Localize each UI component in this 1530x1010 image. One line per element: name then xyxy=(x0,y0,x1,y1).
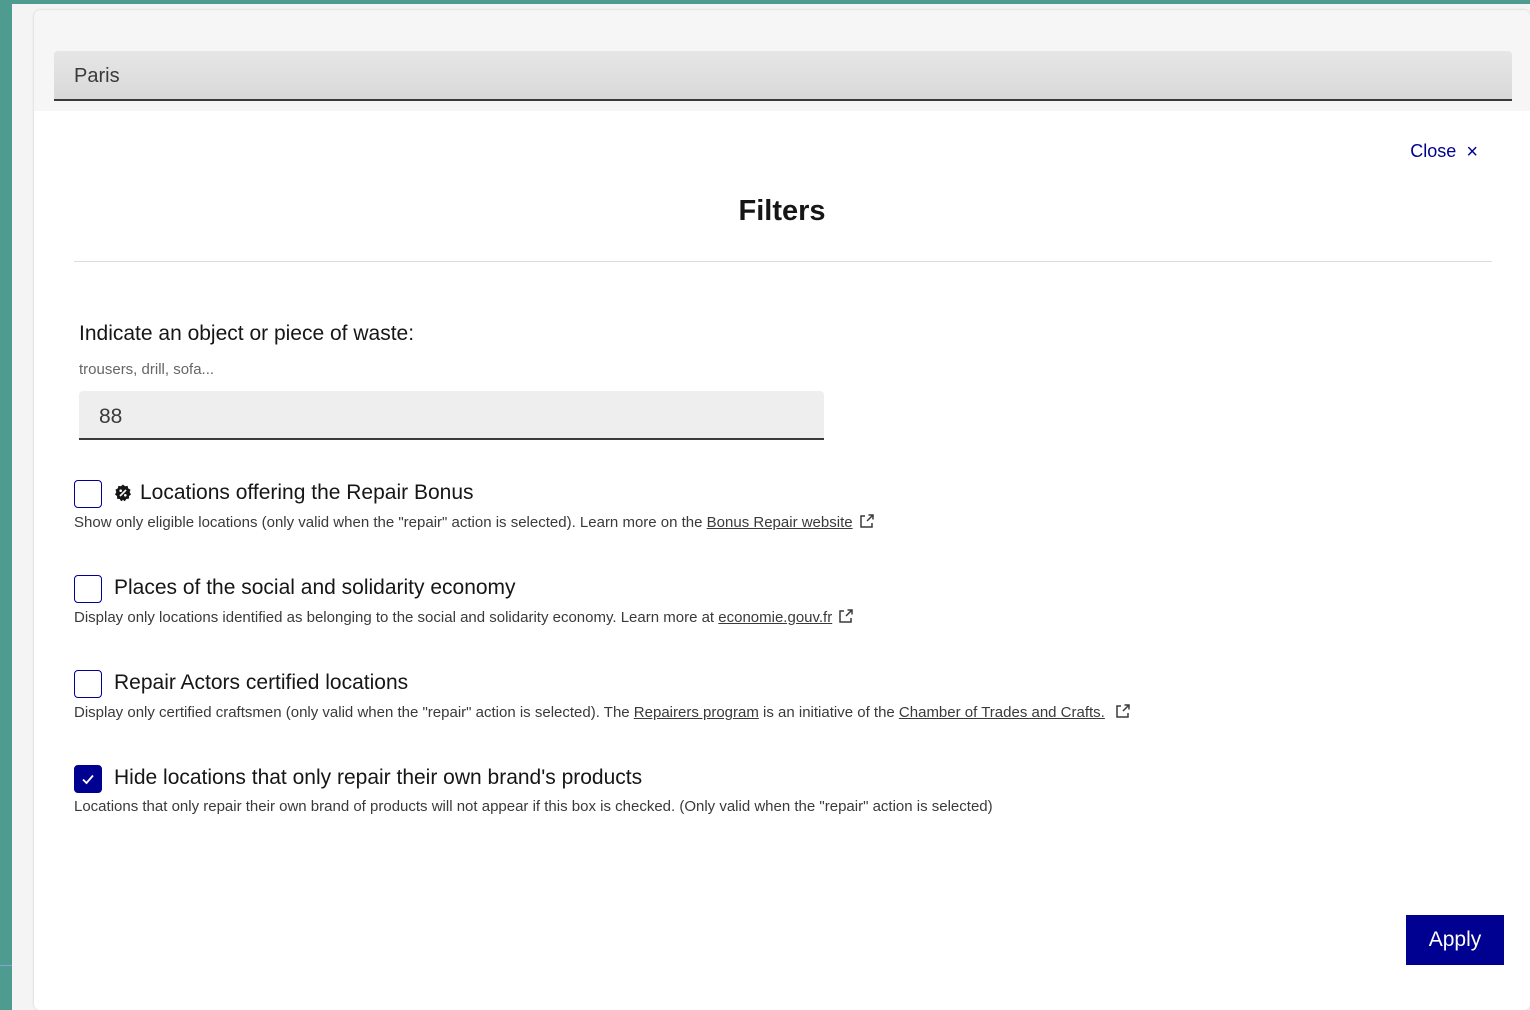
object-field-hint: trousers, drill, sofa... xyxy=(79,361,215,378)
filters-modal: Close × Filters Indicate an object or pi… xyxy=(34,111,1530,1010)
repair-bonus-description: Show only eligible locations (only valid… xyxy=(74,513,875,531)
hide-own-brand-description: Locations that only repair their own bra… xyxy=(74,798,993,815)
hide-own-brand-label: Hide locations that only repair their ow… xyxy=(114,766,643,789)
checkmark-icon xyxy=(82,774,94,785)
social-economy-description: Display only locations identified as bel… xyxy=(74,608,854,626)
external-link-icon xyxy=(1116,704,1130,718)
repair-bonus-badge-icon xyxy=(115,484,131,502)
chamber-of-trades-link[interactable]: Chamber of Trades and Crafts. xyxy=(899,704,1105,721)
modal-title: Filters xyxy=(738,195,826,227)
location-search-field[interactable]: Paris xyxy=(54,51,1512,101)
filter-card: Paris Close × Filters Indicate an object… xyxy=(34,10,1530,1010)
repair-actors-checkbox[interactable] xyxy=(74,670,102,698)
economie-gouv-link[interactable]: economie.gouv.fr xyxy=(718,609,832,626)
repair-bonus-label: Locations offering the Repair Bonus xyxy=(114,481,474,505)
close-button[interactable]: Close × xyxy=(1410,141,1478,162)
repair-bonus-label-text: Locations offering the Repair Bonus xyxy=(140,481,474,504)
repair-bonus-desc-text: Show only eligible locations (only valid… xyxy=(74,514,707,531)
repair-actors-desc-middle: is an initiative of the xyxy=(758,704,899,721)
close-label: Close xyxy=(1410,141,1457,161)
repair-bonus-checkbox[interactable] xyxy=(74,480,102,508)
object-input-value: 88 xyxy=(99,405,123,428)
repair-actors-description: Display only certified craftsmen (only v… xyxy=(74,703,1131,721)
close-icon: × xyxy=(1466,140,1478,163)
title-divider xyxy=(74,261,1492,262)
object-field-label: Indicate an object or piece of waste: xyxy=(79,322,415,345)
main-panel: Paris Close × Filters Indicate an object… xyxy=(12,4,1530,1010)
social-economy-desc-text: Display only locations identified as bel… xyxy=(74,609,719,626)
repairers-program-link[interactable]: Repairers program xyxy=(634,704,759,721)
location-search-value: Paris xyxy=(74,65,120,87)
bonus-repair-website-link[interactable]: Bonus Repair website xyxy=(707,514,853,531)
external-link-icon xyxy=(839,609,853,623)
repair-actors-desc-text: Display only certified craftsmen (only v… xyxy=(74,704,634,721)
repair-actors-label: Repair Actors certified locations xyxy=(114,671,409,694)
social-economy-label: Places of the social and solidarity econ… xyxy=(114,576,516,599)
hide-own-brand-checkbox[interactable] xyxy=(74,765,102,793)
object-input[interactable]: 88 xyxy=(79,391,824,440)
strip-divider xyxy=(0,965,12,966)
external-link-icon xyxy=(859,514,874,528)
page-background-strip xyxy=(0,0,12,1010)
social-economy-checkbox[interactable] xyxy=(74,575,102,603)
apply-button[interactable]: Apply xyxy=(1406,915,1504,965)
